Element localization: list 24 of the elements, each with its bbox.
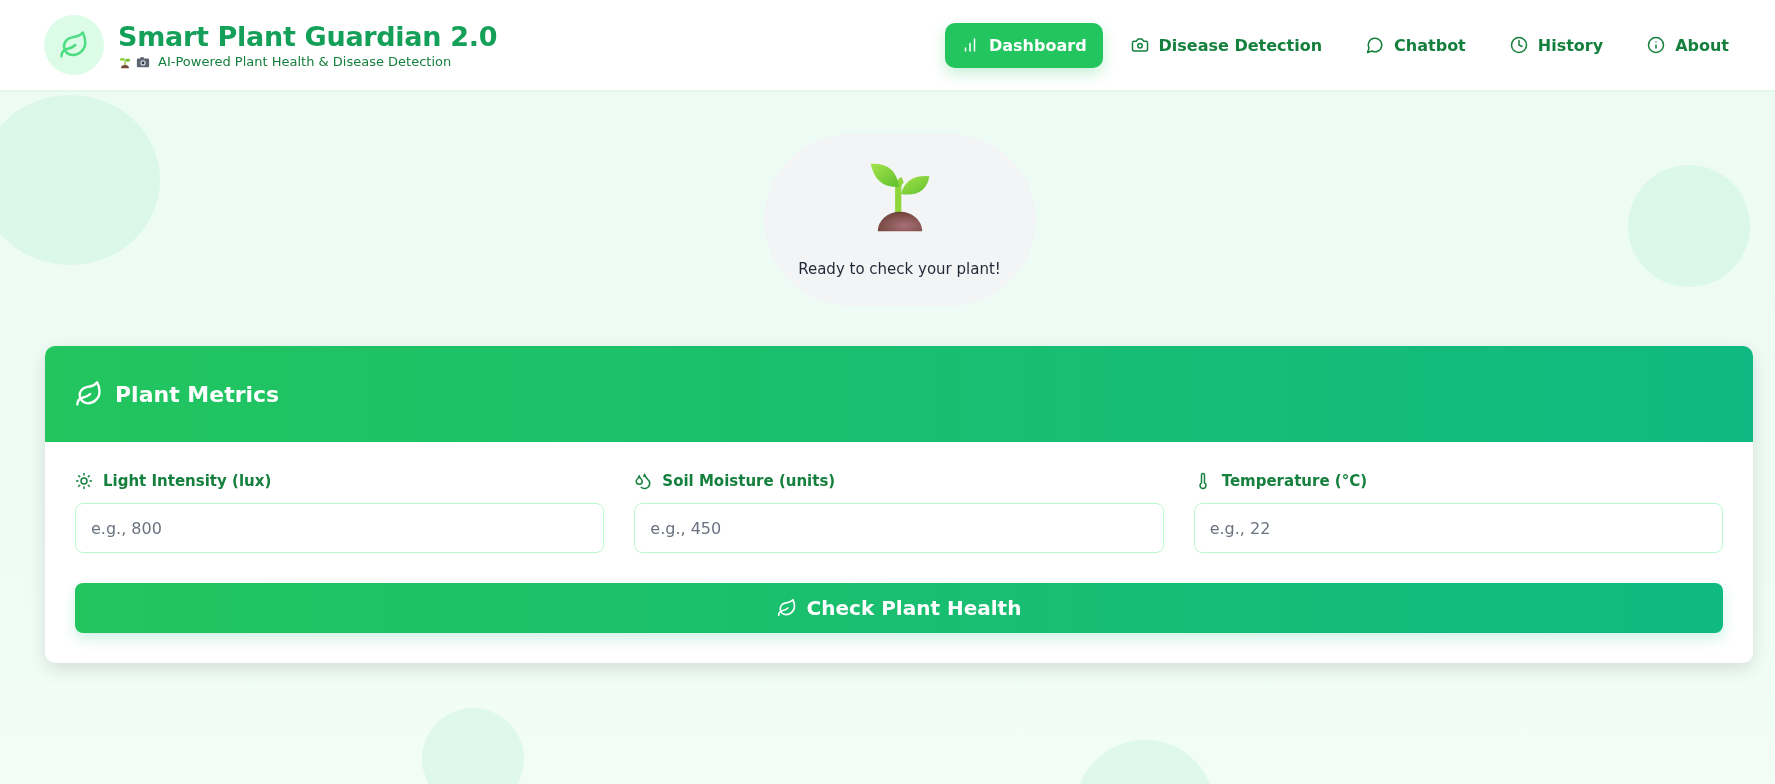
leaf-icon [776, 598, 797, 618]
card-title: Plant Metrics [115, 381, 280, 407]
sun-icon [75, 472, 93, 490]
status-message: Ready to check your plant! [798, 260, 1001, 278]
input-field[interactable]: e.g., 450 [634, 503, 1164, 553]
leaf-icon [75, 380, 103, 408]
droplets-icon [634, 472, 653, 490]
chat-bubble-icon [1366, 36, 1385, 54]
camera-icon [136, 54, 150, 69]
info-icon [1647, 36, 1666, 54]
app-title: Smart Plant Guardian 2.0 [118, 21, 498, 52]
nav-tab[interactable]: Disease Detection [1114, 22, 1339, 68]
clock-icon [1509, 36, 1528, 54]
nav-tab[interactable]: Chatbot [1350, 22, 1482, 68]
input-field[interactable]: e.g., 800 [75, 503, 605, 553]
nav-tab[interactable]: About [1631, 22, 1745, 68]
leaf-icon [59, 30, 89, 60]
camera-icon [1130, 36, 1149, 54]
app-subtitle: AI-Powered Plant Health & Disease Detection [158, 54, 452, 69]
nav-tab[interactable]: History [1493, 22, 1620, 68]
field-label: Light Intensity (lux) [103, 472, 272, 490]
input-field[interactable]: e.g., 22 [1193, 503, 1723, 553]
field-label: Soil Moisture (units) [662, 472, 836, 490]
field-label: Temperature (°C) [1221, 472, 1367, 490]
